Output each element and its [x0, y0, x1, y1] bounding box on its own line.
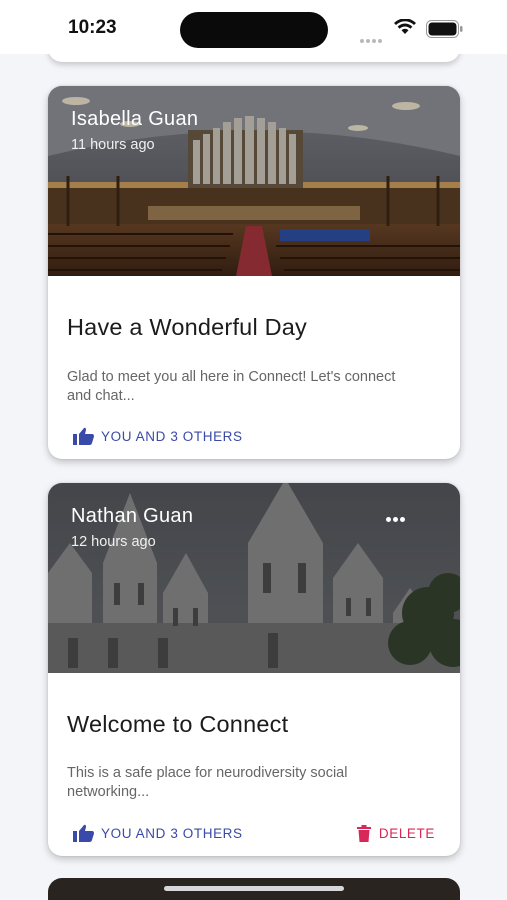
delete-button[interactable]: DELETE	[356, 823, 435, 843]
battery-icon	[426, 20, 463, 38]
wifi-icon	[394, 19, 416, 34]
more-icon	[386, 517, 391, 522]
signal-icon	[360, 30, 384, 48]
status-bar: 10:23	[0, 0, 507, 54]
like-button[interactable]: YOU AND 3 OTHERS	[73, 426, 243, 446]
status-time: 10:23	[68, 17, 117, 38]
post-body: Glad to meet you all here in Connect! Le…	[67, 369, 396, 404]
post-author[interactable]: Nathan Guan	[71, 505, 193, 528]
post-timestamp: 12 hours ago	[71, 534, 156, 550]
home-indicator	[164, 886, 344, 891]
dynamic-island	[180, 12, 328, 48]
post-body: This is a safe place for neurodiversity …	[67, 765, 348, 800]
like-count-label: YOU AND 3 OTHERS	[101, 428, 243, 444]
post-title: Welcome to Connect	[67, 711, 289, 737]
like-button[interactable]: YOU AND 3 OTHERS	[73, 823, 243, 843]
more-options-button[interactable]	[386, 509, 412, 523]
thumbs-up-icon	[73, 824, 94, 842]
post-card[interactable]: Isabella Guan 11 hours ago Have a Wonder…	[48, 86, 460, 459]
post-title: Have a Wonderful Day	[67, 314, 307, 340]
post-author[interactable]: Isabella Guan	[71, 108, 198, 131]
post-card[interactable]: Nathan Guan 12 hours ago Welcome to Conn…	[48, 483, 460, 856]
delete-label: DELETE	[378, 825, 435, 841]
thumbs-up-icon	[73, 427, 94, 445]
trash-icon	[356, 824, 371, 842]
like-count-label: YOU AND 3 OTHERS	[101, 825, 243, 841]
post-cover-image: Nathan Guan 12 hours ago	[48, 483, 460, 673]
post-cover-image: Isabella Guan 11 hours ago	[48, 86, 460, 276]
post-timestamp: 11 hours ago	[71, 137, 155, 153]
